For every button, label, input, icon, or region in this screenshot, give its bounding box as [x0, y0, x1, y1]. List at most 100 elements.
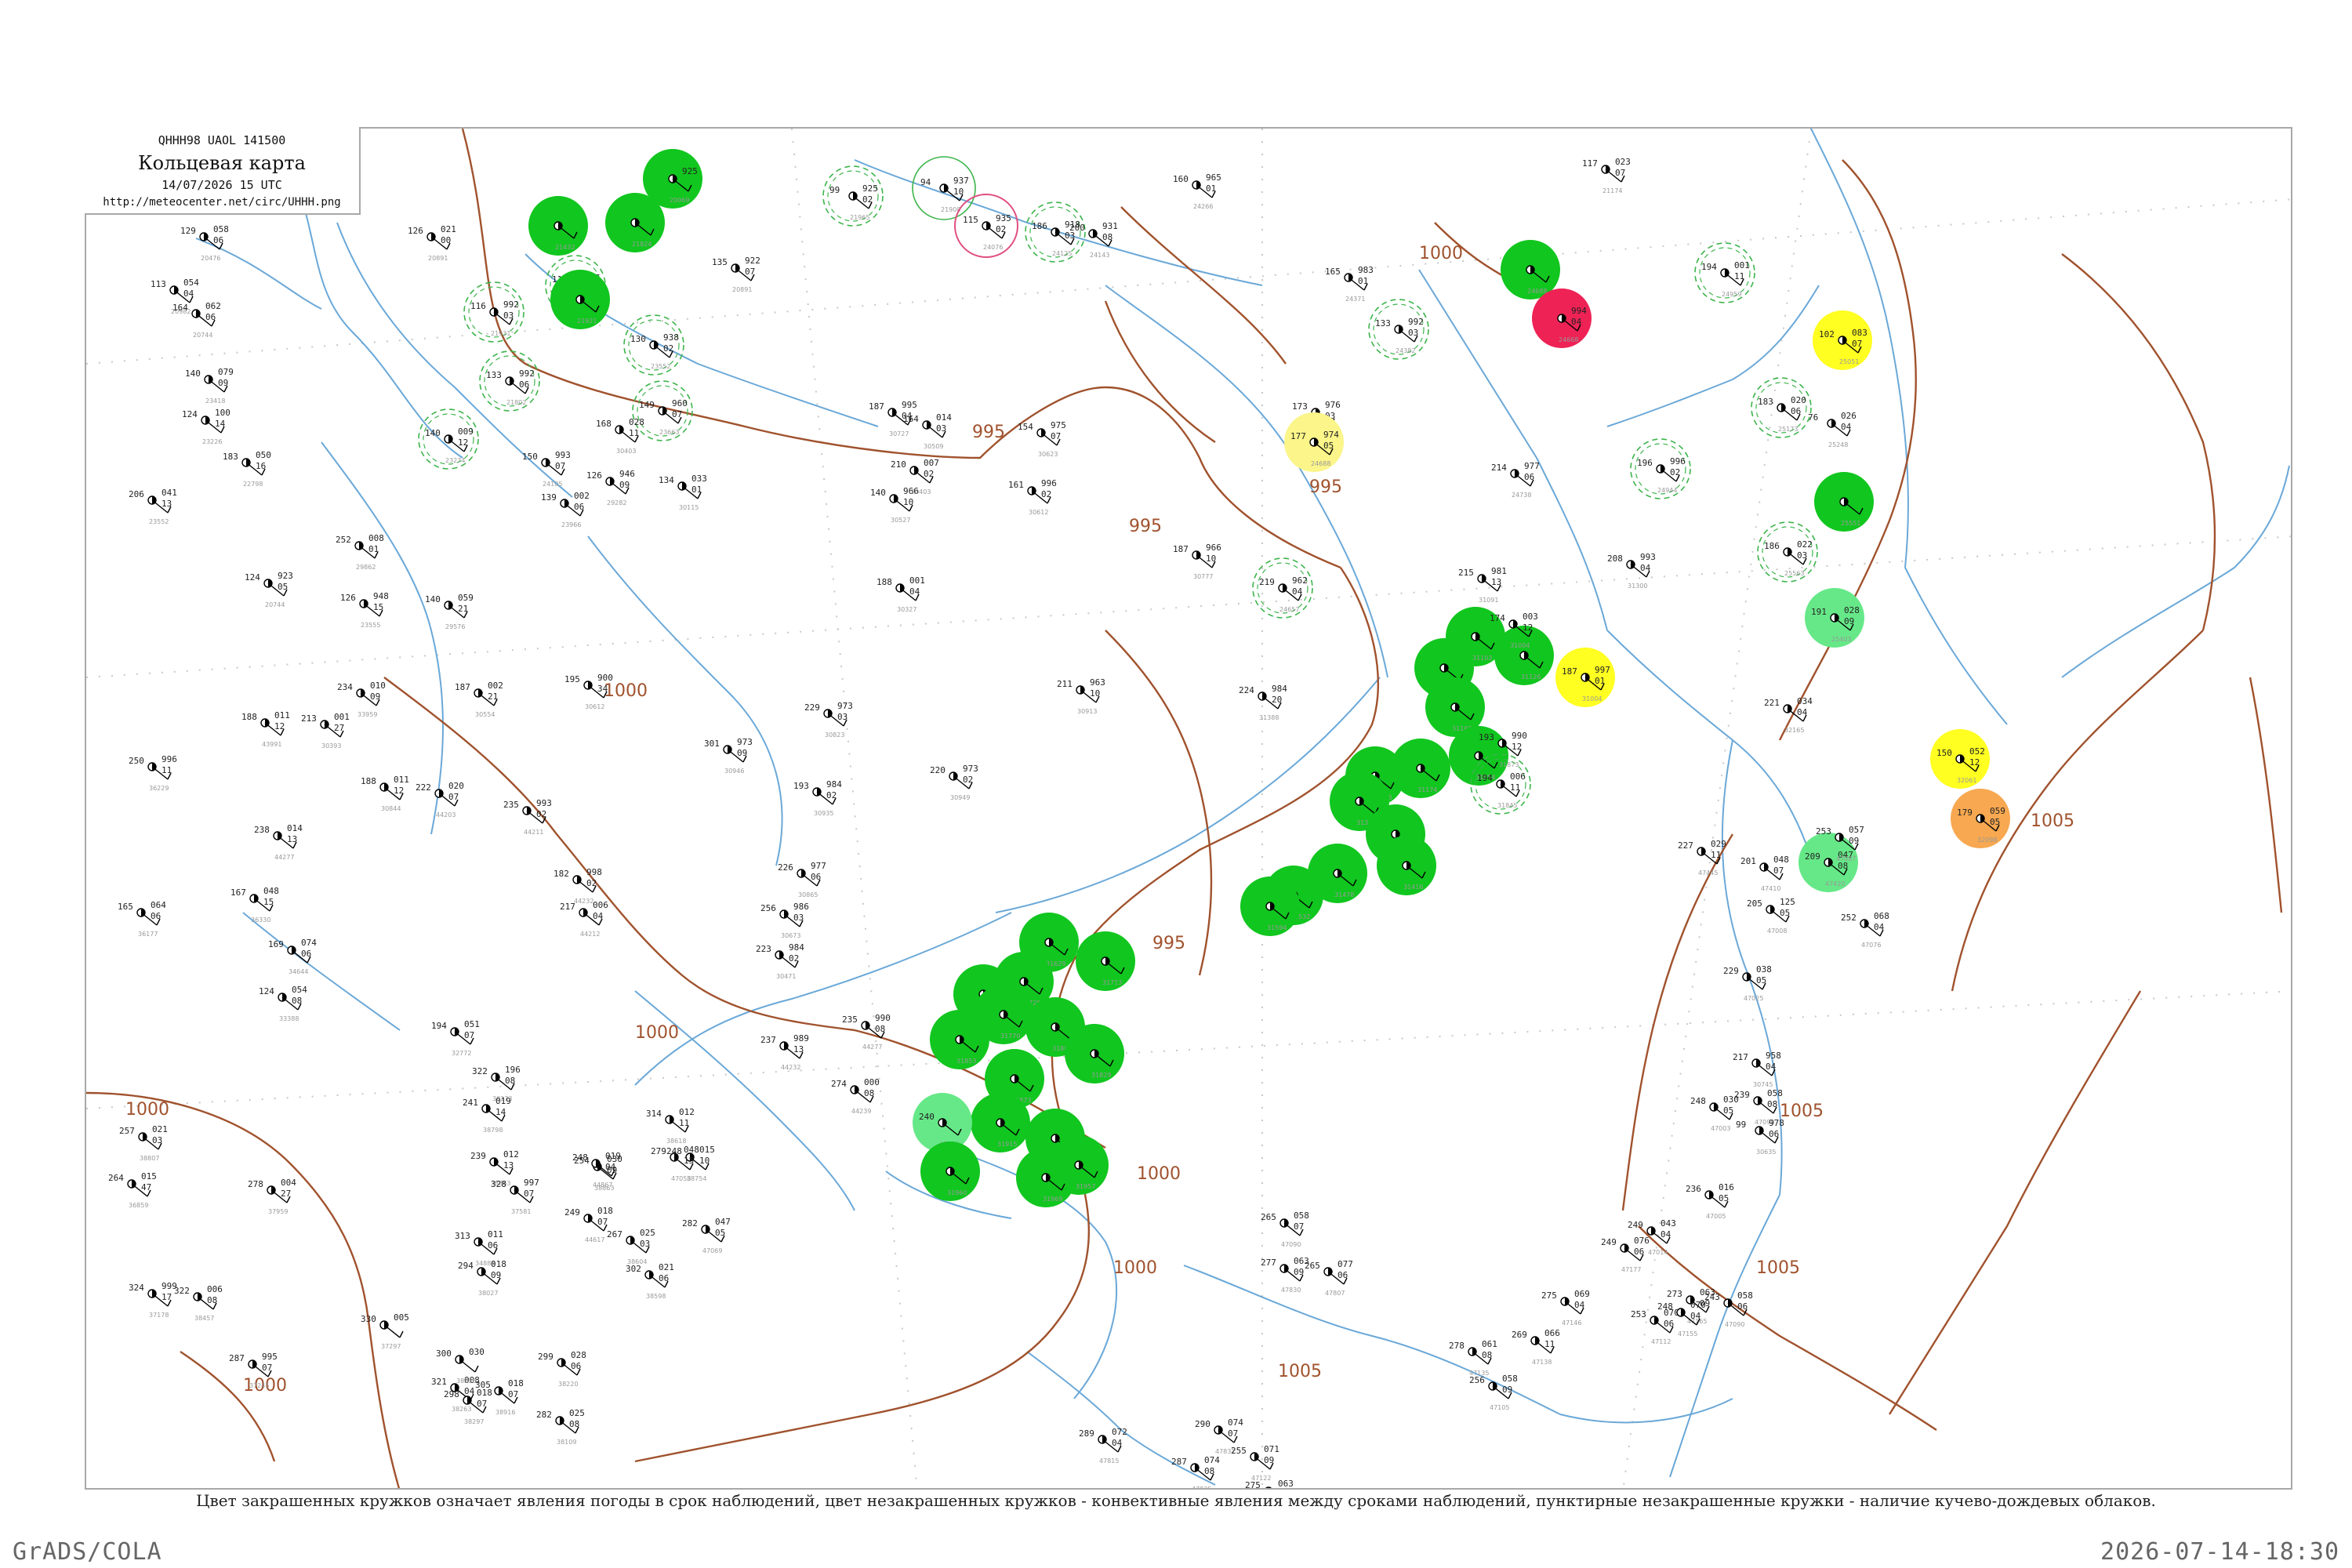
- station-plot[interactable]: 217 95804 30745: [1733, 1051, 1781, 1088]
- station-plot[interactable]: 117 02307 21174: [1582, 157, 1631, 194]
- station-plot[interactable]: 278 0610847135: [1449, 1339, 1497, 1377]
- station-plot[interactable]: 195 90034 30612: [564, 673, 613, 710]
- station-plot[interactable]: 223 98402 30471: [756, 942, 804, 980]
- station-plot[interactable]: 115 93502 24076: [954, 194, 1018, 258]
- station-plot[interactable]: 124 10014 23226: [182, 408, 230, 445]
- station-plot[interactable]: 206 04113 23552: [129, 488, 177, 525]
- station-plot[interactable]: 264 01547 36859: [108, 1171, 157, 1209]
- station-plot[interactable]: 31853: [930, 1010, 989, 1069]
- station-plot[interactable]: 255 07109 47122: [1231, 1444, 1279, 1482]
- station-plot[interactable]: 213 00127 30393: [301, 712, 350, 750]
- station-plot[interactable]: 267 02503 38604: [607, 1228, 655, 1265]
- station-plot[interactable]: 31915: [971, 1093, 1030, 1152]
- station-plot[interactable]: 217 00604 44212: [560, 900, 608, 938]
- station-plot[interactable]: 126 94609 29282: [586, 469, 635, 506]
- station-plot[interactable]: 129 05806 20476: [180, 224, 229, 262]
- station-plot[interactable]: 205 12505 47008: [1747, 897, 1795, 935]
- station-plot[interactable]: 238 01413 44277: [254, 823, 303, 861]
- station-plot[interactable]: 179 05905 32098: [1951, 789, 2010, 848]
- station-plot[interactable]: 226 97706 30865: [778, 861, 826, 898]
- station-plot[interactable]: 161 99602 30612: [1008, 478, 1057, 516]
- station-plot[interactable]: 167 04815 36330: [230, 886, 279, 924]
- station-plot[interactable]: 236 01605 47005: [1686, 1182, 1734, 1220]
- station-plot[interactable]: 21921: [550, 270, 610, 329]
- station-plot[interactable]: 191 02809 25403: [1805, 588, 1864, 648]
- station-plot[interactable]: 140 07909 23418: [185, 367, 234, 405]
- station-plot[interactable]: 183 02006 25173: [1751, 377, 1812, 438]
- station-plot[interactable]: 215 98113 31091: [1458, 566, 1507, 604]
- station-plot[interactable]: 194 00111 24959: [1694, 242, 1755, 303]
- map-source-url[interactable]: http://meteocenter.net/circ/UHHH.png: [85, 196, 359, 209]
- station-plot[interactable]: 252 06804 47076: [1841, 911, 1889, 949]
- station-plot[interactable]: 289 07204 47815: [1079, 1427, 1127, 1465]
- station-plot[interactable]: 182 99802 44232: [554, 867, 602, 905]
- station-plot[interactable]: 301 97309 30946: [704, 737, 753, 775]
- station-plot[interactable]: 330 005 37297: [361, 1312, 409, 1350]
- station-plot[interactable]: 196 99602 24944: [1630, 438, 1691, 499]
- station-plot[interactable]: 282 04705 47069: [682, 1217, 731, 1254]
- station-plot[interactable]: 249 07606 47177: [1601, 1236, 1650, 1273]
- station-plot[interactable]: 193 98402 30935: [793, 779, 842, 817]
- station-plot[interactable]: 201 04807 47410: [1740, 855, 1789, 892]
- station-plot[interactable]: 265 05807 47090: [1261, 1210, 1309, 1248]
- station-plot[interactable]: 257 02103 38807: [119, 1124, 168, 1162]
- station-plot[interactable]: 208 99304 31300: [1607, 552, 1656, 590]
- station-plot[interactable]: 221 03404 32165: [1764, 696, 1813, 734]
- station-plot[interactable]: 252 00801 29862: [336, 533, 384, 571]
- station-plot[interactable]: 21824: [605, 193, 665, 252]
- station-plot[interactable]: 248 0300547003: [1690, 1094, 1739, 1132]
- station-plot[interactable]: 150 05212 32061: [1930, 729, 1990, 789]
- station-plot[interactable]: 150 99307 24105: [522, 450, 571, 488]
- station-plot[interactable]: 314 01211 38618: [646, 1107, 695, 1145]
- station-plot[interactable]: 256 05809 47105: [1469, 1374, 1518, 1411]
- station-plot[interactable]: 275 06904 47146: [1541, 1289, 1590, 1327]
- station-plot[interactable]: 149 96007 23663: [632, 380, 693, 441]
- station-plot[interactable]: 274 00008 44239: [831, 1077, 880, 1115]
- station-plot[interactable]: 249 01807 44617: [564, 1206, 613, 1243]
- station-plot[interactable]: 269 06611 47138: [1512, 1328, 1560, 1366]
- station-plot[interactable]: 186 02203 25563: [1757, 521, 1818, 583]
- station-plot[interactable]: 31126: [1494, 626, 1554, 685]
- station-plot[interactable]: 235 99008 44277: [842, 1013, 891, 1051]
- station-plot[interactable]: 188 00104 30327: [877, 575, 925, 613]
- station-plot[interactable]: 282 02508 38109: [536, 1408, 585, 1446]
- station-plot[interactable]: 227 02911 47445: [1678, 839, 1726, 877]
- station-plot[interactable]: 164 06206 20744: [172, 301, 221, 339]
- station-plot[interactable]: 229 97303 30823: [804, 701, 853, 739]
- station-plot[interactable]: 253 0700647112: [1631, 1308, 1679, 1345]
- station-plot[interactable]: 265 07706 47807: [1305, 1259, 1353, 1297]
- station-plot[interactable]: 250 99611 36229: [129, 754, 177, 792]
- station-plot[interactable]: 133 99203 24382: [1368, 299, 1429, 360]
- station-plot[interactable]: 177 97405 24688: [1284, 412, 1344, 472]
- station-plot[interactable]: 243 05806 47090: [1704, 1290, 1753, 1328]
- station-plot[interactable]: 126 94815 23555: [340, 591, 389, 629]
- station-plot[interactable]: 183 05016 22798: [223, 450, 271, 488]
- station-plot[interactable]: 169 07406 34644: [268, 938, 317, 975]
- station-plot[interactable]: 31594: [1240, 877, 1300, 936]
- station-plot[interactable]: 194 05107 32772: [431, 1019, 480, 1057]
- station-plot[interactable]: 210 00702 30403: [891, 458, 939, 495]
- station-plot[interactable]: 164 01403 30509: [903, 412, 952, 450]
- station-plot[interactable]: 224 98420 31388: [1239, 684, 1287, 721]
- station-plot[interactable]: 187 99701 31004: [1555, 648, 1615, 707]
- station-plot[interactable]: 322 0060838457: [174, 1284, 223, 1322]
- station-plot[interactable]: 188 01112 30844: [361, 775, 409, 812]
- station-plot[interactable]: 241 01914 38798: [463, 1096, 511, 1134]
- station-plot[interactable]: 302 0210638598: [626, 1262, 674, 1300]
- station-plot[interactable]: 31829: [1065, 1024, 1124, 1083]
- station-plot[interactable]: 229 03805 47025: [1723, 964, 1772, 1002]
- station-plot[interactable]: 21432: [528, 196, 588, 256]
- station-plot[interactable]: 134 03301 30115: [659, 474, 707, 511]
- station-plot[interactable]: 235 99302 44211: [503, 798, 552, 836]
- station-plot[interactable]: 135 92207 20891: [712, 256, 760, 293]
- station-plot[interactable]: 124 92305 20744: [245, 571, 293, 608]
- station-plot[interactable]: 214 97706 24738: [1491, 461, 1540, 499]
- station-plot[interactable]: 256 98603 30673: [760, 902, 809, 939]
- station-plot[interactable]: 133 99206 21802: [479, 350, 540, 412]
- station-plot[interactable]: 139 00206 23966: [541, 491, 590, 528]
- station-plot[interactable]: 237 98913 44232: [760, 1033, 809, 1071]
- station-plot[interactable]: 76 02604 25248: [1808, 411, 1857, 448]
- station-plot[interactable]: 188 01112 43991: [241, 710, 290, 748]
- station-plot[interactable]: 31713: [1076, 931, 1135, 991]
- station-plot[interactable]: 160 96501 24266: [1173, 172, 1221, 210]
